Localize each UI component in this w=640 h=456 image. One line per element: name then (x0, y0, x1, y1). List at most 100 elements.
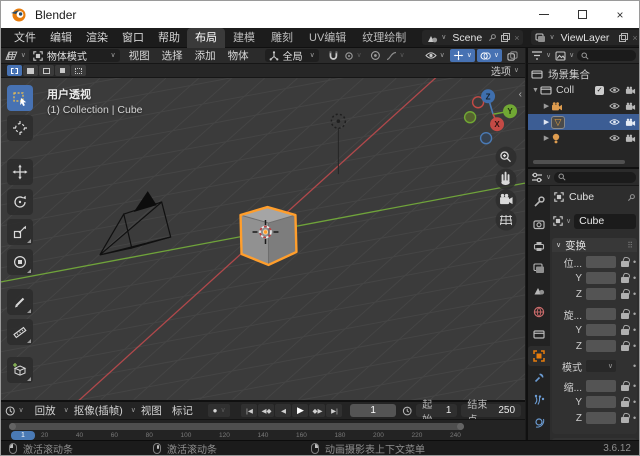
playhead-marker[interactable]: 1 (11, 431, 35, 440)
select-mode-extend-button[interactable] (23, 65, 38, 76)
outliner-light-row[interactable]: ▶ (528, 130, 639, 146)
menu-view[interactable]: 视图 (123, 48, 156, 63)
lock-icon[interactable] (619, 342, 631, 351)
tab-output[interactable] (528, 236, 550, 256)
play-reverse-button[interactable]: ◀ (275, 404, 291, 417)
timeline-scrollbar[interactable] (9, 423, 464, 430)
tool-transform[interactable] (7, 249, 33, 275)
workspace-tab-modeling[interactable]: 建模 (225, 28, 263, 48)
select-mode-subtract-button[interactable] (39, 65, 54, 76)
remove-view-layer-icon[interactable]: × (632, 33, 637, 43)
expand-icon[interactable]: ▶ (542, 102, 551, 110)
new-scene-icon[interactable] (501, 33, 510, 42)
disable-render-camera-icon[interactable] (625, 134, 636, 143)
editor-type-3d-viewport-icon[interactable] (5, 50, 18, 61)
properties-search-input[interactable] (554, 172, 636, 183)
workspace-tab-uv-editing[interactable]: UV编辑 (301, 28, 354, 48)
close-button[interactable]: × (601, 1, 639, 28)
play-button[interactable]: ▶ (292, 404, 308, 417)
hide-eye-icon[interactable] (609, 86, 620, 94)
tab-collection[interactable] (528, 324, 550, 344)
tab-world[interactable] (528, 302, 550, 322)
chevron-down-icon[interactable]: ∨ (18, 407, 23, 414)
preview-range-clock-icon[interactable] (402, 405, 412, 417)
show-overlays-toggle[interactable]: ∨ (477, 49, 502, 62)
options-dropdown[interactable]: 选项 ∨ (491, 63, 519, 78)
jump-to-end-button[interactable]: ▶| (326, 404, 342, 417)
scene-name[interactable]: Scene (452, 32, 482, 44)
tab-physics[interactable] (528, 412, 550, 432)
pin-icon[interactable] (627, 193, 636, 202)
outliner-cube-row-selected[interactable]: ▶ ▽ (528, 114, 639, 130)
frame-end-field[interactable]: 结束点 250 (461, 404, 521, 417)
scale-y-slider[interactable] (586, 396, 616, 408)
chevron-down-icon[interactable]: ∨ (549, 34, 554, 41)
tool-add-cube[interactable] (7, 357, 33, 383)
menu-select[interactable]: 选择 (156, 48, 189, 63)
toggle-xray-button[interactable] (504, 49, 521, 62)
next-keyframe-button[interactable]: ◆▶ (309, 404, 325, 417)
scene-selector[interactable]: ∨ Scene × (422, 30, 523, 45)
workspace-tab-layout[interactable]: 布局 (187, 28, 225, 48)
location-z-slider[interactable] (586, 288, 616, 300)
frame-start-field[interactable]: 起始 1 (416, 404, 457, 417)
animate-dot[interactable]: • (633, 381, 636, 391)
tool-annotate[interactable] (7, 289, 33, 315)
outliner-search-input[interactable] (577, 50, 636, 61)
sidebar-collapse-icon[interactable]: ‹ (519, 89, 522, 100)
maximize-button[interactable] (563, 1, 601, 28)
animate-dot[interactable]: • (633, 397, 636, 407)
object-type-visibility-dropdown[interactable]: ∨ (422, 49, 448, 62)
tab-render[interactable] (528, 214, 550, 234)
tab-particles[interactable] (528, 390, 550, 410)
timeline-ruler[interactable]: 1 20 40 60 80 100 120 140 160 180 200 22… (1, 419, 525, 440)
workspace-tab-texture-paint[interactable]: 纹理绘制 (354, 28, 414, 48)
object-icon[interactable] (553, 216, 563, 226)
display-mode-icon[interactable] (555, 51, 566, 61)
auto-keying-button[interactable]: ● ∨ (208, 404, 231, 417)
panel-drag-dots-icon[interactable]: ⠿ (627, 241, 633, 250)
expand-icon[interactable]: ▶ (542, 118, 551, 126)
animate-dot[interactable]: • (633, 341, 636, 351)
snap-target-dropdown[interactable]: ∨ (341, 49, 365, 62)
hide-eye-icon[interactable] (609, 134, 620, 142)
menu-view[interactable]: 视图 (136, 403, 167, 418)
menu-window[interactable]: 窗口 (115, 28, 151, 48)
menu-render[interactable]: 渲染 (79, 28, 115, 48)
outliner-scene-collection-row[interactable]: 场景集合 (528, 66, 639, 82)
rotation-x-slider[interactable] (586, 308, 616, 320)
proportional-editing-icon[interactable] (370, 50, 381, 61)
outliner-collection-row[interactable]: ▼ Coll ✓ (528, 82, 639, 98)
view-layer-selector[interactable]: ∨ ViewLayer × (531, 30, 640, 45)
disable-render-camera-icon[interactable] (625, 118, 636, 127)
pan-hand-button[interactable] (496, 169, 517, 190)
menu-playback[interactable]: 回放 (30, 403, 61, 418)
current-frame-field[interactable]: 1 (350, 404, 395, 417)
menu-help[interactable]: 帮助 (151, 28, 187, 48)
disable-render-camera-icon[interactable] (625, 86, 636, 95)
unlink-scene-icon[interactable]: × (514, 33, 519, 43)
proportional-falloff-dropdown[interactable]: ∨ (383, 49, 408, 62)
hide-eye-icon[interactable] (609, 118, 620, 126)
scale-x-slider[interactable] (586, 380, 616, 392)
tool-measure[interactable] (7, 319, 33, 345)
camera-view-button[interactable] (496, 190, 517, 211)
animate-dot[interactable]: • (633, 273, 636, 283)
rotation-y-slider[interactable] (586, 324, 616, 336)
object-name-input[interactable]: Cube (574, 214, 636, 229)
select-mode-invert-button[interactable] (55, 65, 70, 76)
animate-dot[interactable]: • (633, 289, 636, 299)
menu-keying[interactable]: 抠像(插帧) (69, 403, 128, 418)
tab-view-layer[interactable] (528, 258, 550, 278)
lock-icon[interactable] (619, 274, 631, 283)
previous-keyframe-button[interactable]: ◀◆ (258, 404, 274, 417)
editor-type-timeline-icon[interactable] (5, 405, 15, 417)
menu-marker[interactable]: 标记 (167, 403, 198, 418)
animate-dot[interactable]: • (633, 413, 636, 423)
chevron-down-icon[interactable]: ∨ (441, 34, 446, 41)
lock-icon[interactable] (619, 398, 631, 407)
disable-render-camera-icon[interactable] (625, 102, 636, 111)
lock-icon[interactable] (619, 290, 631, 299)
new-view-layer-icon[interactable] (619, 33, 628, 42)
location-x-slider[interactable] (586, 256, 616, 268)
